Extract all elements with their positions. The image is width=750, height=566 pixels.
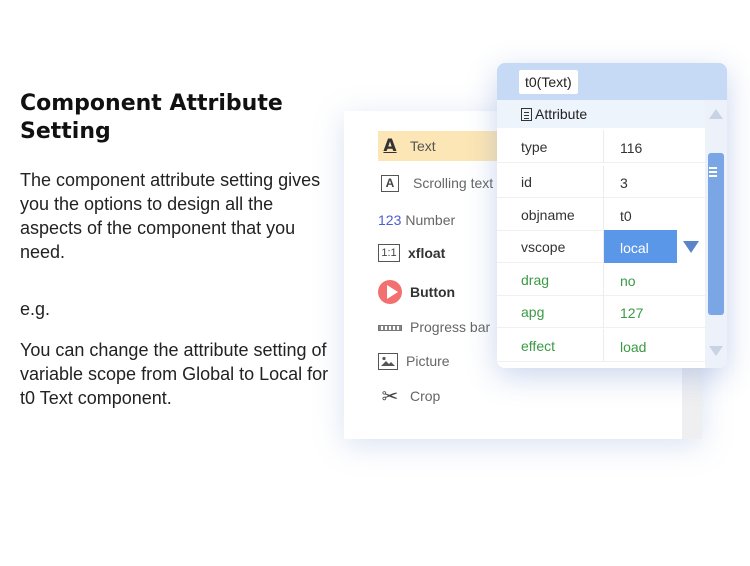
- attr-row-type[interactable]: type 116: [497, 130, 705, 163]
- attr-row-drag[interactable]: drag no: [497, 263, 705, 296]
- text-icon: A: [383, 136, 397, 156]
- number-icon: 123: [378, 212, 402, 228]
- chevron-down-icon[interactable]: [677, 230, 705, 263]
- picture-icon: [378, 352, 398, 370]
- attribute-section-header: Attribute: [497, 100, 705, 128]
- component-item-text[interactable]: A Text: [378, 131, 498, 161]
- attr-row-apg[interactable]: apg 127: [497, 295, 705, 328]
- xfloat-icon: 1:1: [378, 244, 400, 262]
- scroll-down-icon[interactable]: [709, 346, 723, 356]
- intro-example: You can change the attribute setting of …: [20, 340, 329, 408]
- vscope-select[interactable]: local: [603, 230, 677, 263]
- button-icon: [378, 280, 402, 304]
- grip-icon: [709, 167, 717, 169]
- page-title: Component Attribute Setting: [20, 91, 283, 144]
- intro-section: Component Attribute Setting The componen…: [20, 90, 340, 410]
- attribute-panel: t0(Text) Attribute type 116 id 3 objname…: [497, 63, 727, 368]
- attr-row-vscope[interactable]: vscope local: [497, 230, 705, 263]
- intro-description: The component attribute setting gives yo…: [20, 170, 321, 262]
- progress-bar-icon: [378, 325, 402, 331]
- component-item-button[interactable]: Button: [378, 277, 455, 307]
- component-item-scrolling-text[interactable]: A Scrolling text: [378, 168, 493, 198]
- document-icon: [521, 107, 532, 121]
- scroll-up-icon[interactable]: [709, 109, 723, 119]
- attribute-panel-header: t0(Text): [497, 63, 727, 100]
- scrollbar-thumb[interactable]: [708, 153, 724, 315]
- component-item-number[interactable]: 123 Number: [378, 205, 455, 235]
- component-item-xfloat[interactable]: 1:1 xfloat: [378, 238, 445, 268]
- component-item-picture[interactable]: Picture: [378, 346, 450, 376]
- attribute-scrollbar[interactable]: [705, 100, 727, 368]
- component-item-crop[interactable]: ✂ Crop: [378, 381, 441, 411]
- scissors-icon: ✂: [381, 385, 399, 408]
- attribute-section-label: Attribute: [535, 106, 588, 122]
- component-item-progress-bar[interactable]: Progress bar: [378, 312, 490, 342]
- tab-t0-text[interactable]: t0(Text): [519, 70, 578, 94]
- intro-eg: e.g.: [20, 299, 51, 319]
- attr-row-id[interactable]: id 3: [497, 165, 705, 198]
- attr-row-objname[interactable]: objname t0: [497, 198, 705, 231]
- attr-row-effect[interactable]: effect load: [497, 329, 705, 362]
- scrolling-text-icon: A: [381, 174, 399, 192]
